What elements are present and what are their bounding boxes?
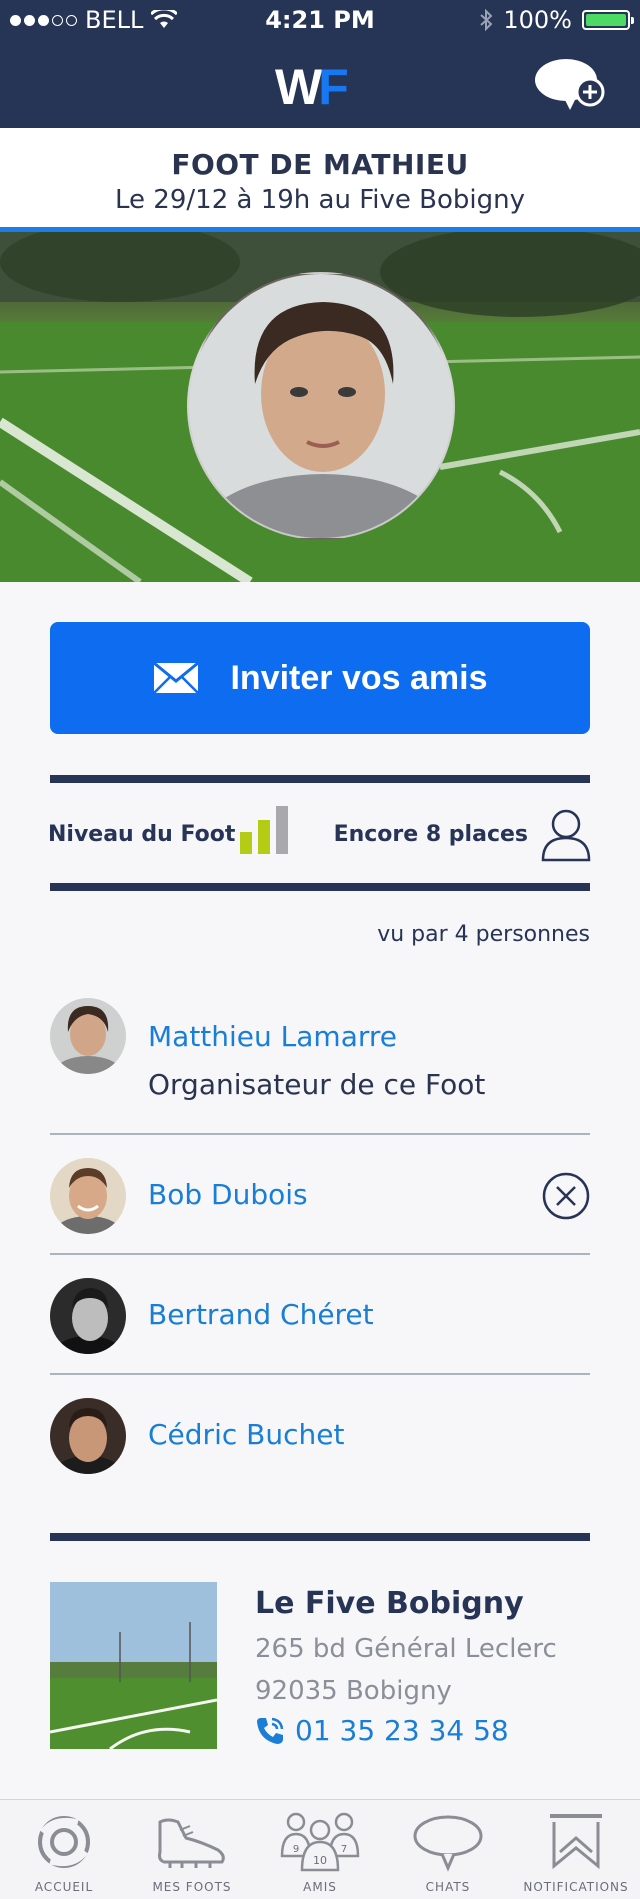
friends-badge: 9 (293, 1844, 299, 1855)
friends-badge: 10 (313, 1854, 327, 1867)
top-bar: BELL 4:21 PM 100% WF (0, 0, 640, 128)
friends-badge: 7 (341, 1844, 347, 1855)
venue-phone-link[interactable]: 01 35 23 34 58 (255, 1714, 509, 1747)
avatar (50, 1158, 126, 1234)
notification-banner-icon (550, 1814, 602, 1870)
bluetooth-icon (480, 9, 493, 31)
player-row[interactable]: Matthieu Lamarre Organisateur de ce Foot (50, 998, 590, 1108)
level-label: Niveau du Foot (48, 822, 236, 847)
player-role: Organisateur de ce Foot (148, 1068, 486, 1101)
venue-address-line2: 92035 Bobigny (255, 1676, 452, 1706)
status-bar: BELL 4:21 PM 100% (0, 0, 640, 40)
chat-bubble-icon (413, 1815, 483, 1872)
seen-by-count: vu par 4 personnes (377, 922, 590, 947)
organizer-avatar-large (187, 272, 455, 540)
tab-notifications[interactable]: NOTIFICATIONS (512, 1800, 640, 1899)
remove-player-icon[interactable] (542, 1172, 590, 1220)
tab-bar: ACCUEIL MES FOOTS 9 10 7 AMIS CHATS NOTI… (0, 1799, 640, 1899)
battery-icon (582, 10, 634, 30)
tab-amis[interactable]: 9 10 7 AMIS (256, 1800, 384, 1899)
tab-label: AMIS (303, 1880, 337, 1894)
row-separator (50, 1253, 590, 1255)
venue-photo[interactable] (50, 1582, 217, 1749)
invite-friends-button[interactable]: Inviter vos amis (50, 622, 590, 734)
venue-name[interactable]: Le Five Bobigny (255, 1586, 524, 1621)
avatar (50, 1398, 126, 1474)
level-bars-icon (240, 806, 288, 854)
envelope-icon (153, 661, 200, 694)
player-row[interactable]: Cédric Buchet (50, 1398, 590, 1478)
home-swirl-icon (38, 1816, 90, 1868)
player-name[interactable]: Bertrand Chéret (148, 1298, 374, 1331)
battery-percent: 100% (503, 6, 572, 34)
divider (50, 775, 590, 783)
row-separator (50, 1133, 590, 1135)
player-row[interactable]: Bob Dubois (50, 1158, 590, 1238)
divider (50, 1533, 590, 1541)
venue-phone-number: 01 35 23 34 58 (295, 1714, 509, 1747)
places-left-label: Encore 8 places (333, 822, 528, 847)
player-name[interactable]: Bob Dubois (148, 1178, 308, 1211)
phone-icon (257, 1717, 284, 1744)
match-title: FOOT DE MATHIEU (171, 148, 469, 181)
divider (50, 883, 590, 891)
tab-label: MES FOOTS (152, 1880, 232, 1894)
tab-label: CHATS (425, 1880, 471, 1894)
avatar (50, 1278, 126, 1354)
avatar (50, 998, 126, 1074)
football-boot-icon (158, 1818, 225, 1868)
tab-label: NOTIFICATIONS (523, 1880, 629, 1894)
invite-label: Inviter vos amis (230, 658, 488, 697)
new-chat-icon[interactable] (534, 56, 606, 112)
match-header: FOOT DE MATHIEU Le 29/12 à 19h au Five B… (0, 128, 640, 232)
tab-chats[interactable]: CHATS (384, 1800, 512, 1899)
friends-icon: 9 10 7 (280, 1812, 360, 1872)
tab-mes-foots[interactable]: MES FOOTS (128, 1800, 256, 1899)
player-row[interactable]: Bertrand Chéret (50, 1278, 590, 1358)
venue-address-line1: 265 bd Général Leclerc (255, 1634, 557, 1664)
person-icon (541, 809, 591, 862)
tab-accueil[interactable]: ACCUEIL (0, 1800, 128, 1899)
player-name[interactable]: Cédric Buchet (148, 1418, 344, 1451)
match-subtitle: Le 29/12 à 19h au Five Bobigny (115, 185, 525, 215)
player-name[interactable]: Matthieu Lamarre (148, 1020, 397, 1053)
tab-label: ACCUEIL (34, 1880, 94, 1894)
row-separator (50, 1373, 590, 1375)
app-logo[interactable]: WF (275, 58, 349, 116)
